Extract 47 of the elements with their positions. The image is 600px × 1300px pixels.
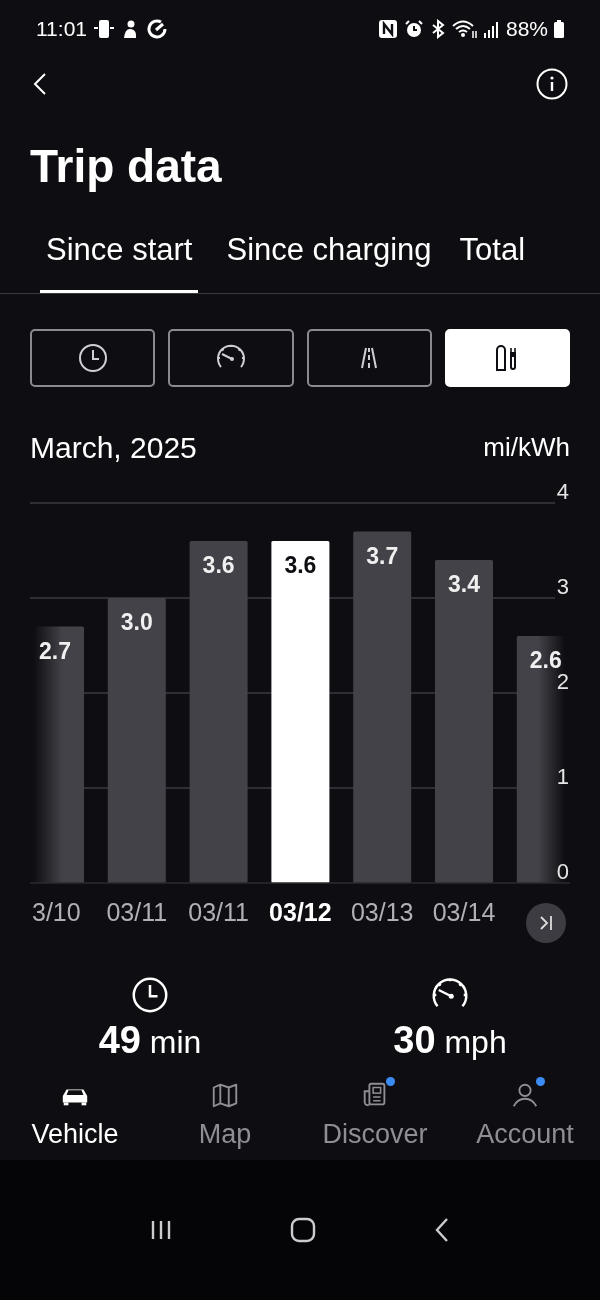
nav-tab[interactable]: Vehicle (0, 1080, 150, 1160)
back-icon[interactable] (32, 72, 48, 96)
signal-icon (483, 19, 500, 39)
sync-icon (145, 17, 169, 41)
phone-icon (93, 18, 115, 40)
date-label: 3/10 (32, 898, 81, 926)
nav-tab[interactable]: Discover (300, 1080, 450, 1160)
date-label: 03/11 (106, 898, 168, 926)
status-time: 11:01 (36, 16, 87, 43)
nfc-icon (377, 19, 398, 39)
date-label: 03/12 (269, 898, 332, 926)
bar-value-label: 3.4 (448, 571, 480, 597)
tab[interactable]: Since charging (226, 224, 432, 293)
date-label: 03/13 (350, 898, 414, 926)
stat-value: 30 mph (393, 1018, 507, 1063)
date-label: 03/11 (188, 898, 249, 926)
mode-button[interactable] (168, 329, 294, 387)
date-label: 03/14 (432, 898, 496, 926)
mode-button[interactable] (306, 329, 432, 387)
clock-icon (76, 342, 109, 374)
tab[interactable]: Since start (40, 224, 199, 293)
bar-value-label: 3.6 (284, 552, 317, 578)
period-label: March, 2025 (30, 429, 197, 466)
clock-icon (130, 975, 170, 1015)
battery-percent: 88% (505, 16, 548, 43)
jump-to-end-button[interactable] (526, 903, 566, 943)
nav-tab[interactable]: Account (450, 1080, 600, 1160)
home-icon[interactable] (290, 1217, 316, 1243)
tab[interactable]: Total (459, 224, 525, 293)
page-title: Trip data (30, 139, 223, 194)
figure-icon (121, 18, 139, 40)
mode-button[interactable] (30, 329, 156, 387)
nav-tab[interactable]: Map (150, 1080, 300, 1160)
wifi-icon (451, 19, 478, 39)
axis-tick-label: 4 (556, 479, 569, 504)
unit-label: mi/kWh (483, 430, 570, 464)
alarm-icon (403, 19, 424, 39)
bar-value-label: 3.6 (202, 552, 235, 578)
battery-icon (554, 20, 564, 38)
bar-value-label: 2.7 (39, 637, 71, 664)
bar-value-label: 3.0 (120, 609, 153, 635)
axis-tick-label: 1 (556, 764, 569, 789)
axis-tick-label: 0 (556, 859, 569, 884)
bar-value-label: 3.7 (366, 542, 399, 569)
axis-tick-label: 3 (556, 574, 569, 599)
info-icon[interactable] (536, 68, 568, 100)
stat-value: 49 min (98, 1018, 202, 1063)
